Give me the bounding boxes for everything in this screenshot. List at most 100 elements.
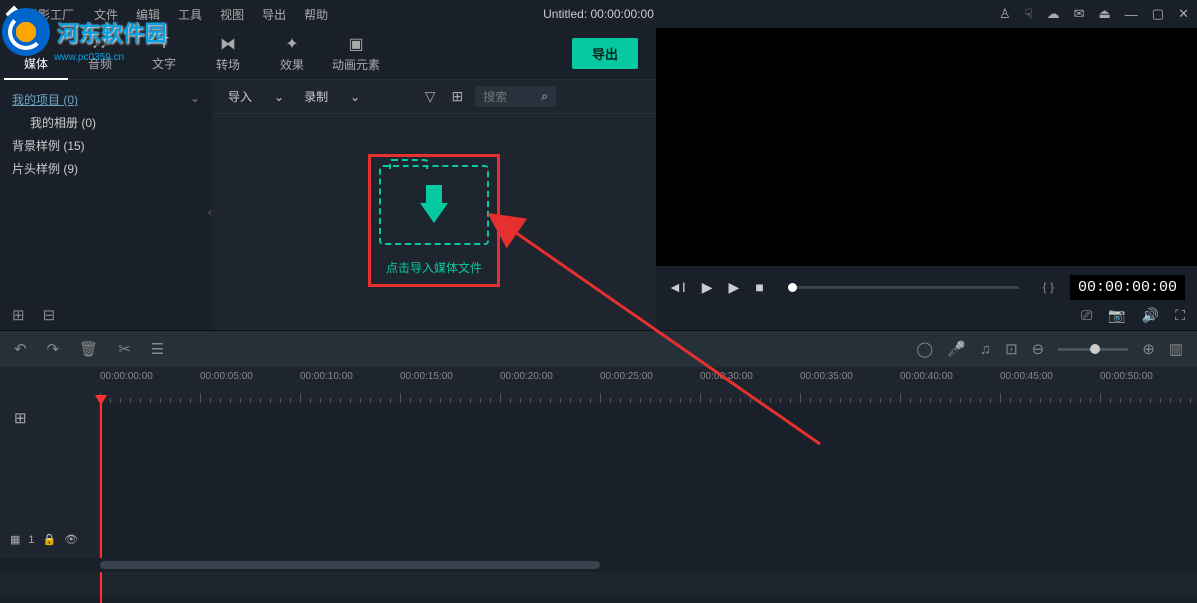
titlebar: 喵影工厂 文件 编辑 工具 视图 导出 帮助 Untitled: 00:00:0… — [0, 0, 1197, 28]
ruler-tick-label: 00:00:35:00 — [800, 371, 853, 382]
menu-view[interactable]: 视图 — [220, 6, 244, 23]
snapshot-icon[interactable]: 📷 — [1108, 307, 1125, 324]
account-icon[interactable]: ♙ — [999, 6, 1011, 22]
music-icon[interactable]: ♫ — [980, 341, 991, 358]
lock-icon[interactable]: 🔒 — [43, 533, 57, 546]
timeline-tracks[interactable]: ⊞ ▦ 1 🔒 👁 — [0, 403, 1197, 558]
zoom-fit-button[interactable]: ▥ — [1169, 340, 1183, 358]
preview-timecode: 00:00:00:00 — [1070, 275, 1185, 300]
sidebar-my-album[interactable]: 我的相册 (0) — [12, 111, 200, 134]
sidebar-bg-sample[interactable]: 背景样例 (15) — [12, 134, 200, 157]
app-name: 喵影工厂 — [26, 6, 74, 23]
search-icon[interactable]: ⌕ — [541, 89, 548, 104]
preview-controls: ◄Ι ▶ ▶ ■ { } 00:00:00:00 ⎚ 📷 🔊 ⛶ — [656, 266, 1197, 330]
menu-file[interactable]: 文件 — [94, 6, 118, 23]
import-dropdown[interactable]: 导入⌄ — [222, 88, 290, 105]
tabs-row: ▦ 媒体 ♪♪音频 T文字 ⧓转场 ✦ 效果 ▣ 动画元素 导出 — [0, 28, 656, 80]
volume-icon[interactable]: 🔊 — [1142, 307, 1159, 324]
new-folder-icon[interactable]: ⊞ — [12, 306, 25, 324]
timeline-scrollbar[interactable] — [0, 558, 1197, 572]
tab-element-label: 动画元素 — [332, 58, 380, 72]
stop-button[interactable]: ■ — [755, 279, 763, 295]
preview-progress[interactable] — [788, 286, 1019, 289]
search-input[interactable] — [483, 90, 533, 104]
app-logo-icon — [6, 6, 23, 23]
ruler-tick-label: 00:00:50:00 — [1100, 371, 1153, 382]
timeline-toolbar: ↶ ↷ 🗑 ✂ ☰ ◯ 🎤 ♫ ⊡ ⊖ ⊕ ▥ — [0, 331, 1197, 367]
transition-icon: ⧓ — [196, 34, 260, 54]
timeline-section: ↶ ↷ 🗑 ✂ ☰ ◯ 🎤 ♫ ⊡ ⊖ ⊕ ▥ 00:00:00:0000:00… — [0, 330, 1197, 597]
delete-folder-icon[interactable]: ⊟ — [43, 306, 56, 324]
sidebar-my-project[interactable]: 我的项目 (0)⌄ — [12, 88, 200, 111]
filter-icon[interactable]: ▽ — [421, 88, 440, 105]
tab-media-label: 媒体 — [24, 57, 48, 71]
preview-controls-row2: ⎚ 📷 🔊 ⛶ — [668, 302, 1185, 328]
close-icon[interactable]: ✕ — [1178, 6, 1189, 22]
chevron-down-icon: ⌄ — [274, 90, 284, 104]
media-area: 导入⌄ 录制⌄ ▽ ⊞ ⌕ 点击导入媒体文件 — [212, 80, 656, 330]
media-icon: ▦ — [4, 33, 68, 53]
sidebar-title-sample[interactable]: 片头样例 (9) — [12, 157, 200, 180]
menu-help[interactable]: 帮助 — [304, 6, 328, 23]
maximize-icon[interactable]: ▢ — [1152, 6, 1164, 22]
zoom-in-button[interactable]: ⊕ — [1142, 340, 1155, 358]
play-button[interactable]: ▶ — [702, 279, 713, 296]
track-controls: ⊞ ▦ 1 🔒 👁 — [0, 403, 100, 558]
progress-handle[interactable] — [788, 283, 797, 292]
menu-edit[interactable]: 编辑 — [136, 6, 160, 23]
tab-media[interactable]: ▦ 媒体 — [4, 27, 68, 80]
menu-export[interactable]: 导出 — [262, 6, 286, 23]
marker-icon[interactable]: ◯ — [916, 340, 933, 358]
tab-transition[interactable]: ⧓转场 — [196, 28, 260, 79]
sidebar-my-project-label: 我的项目 (0) — [12, 93, 78, 107]
fullscreen-icon[interactable]: ⛶ — [1175, 307, 1185, 324]
minimize-icon[interactable]: — — [1125, 7, 1138, 22]
left-panel: ▦媒体 ♪♪音频 T文字 ⧓转场 ✦效果 ▣动画元素 导出 我的项目 (0)⌄ … — [0, 28, 656, 330]
effect-icon: ✦ — [260, 34, 324, 54]
video-track-icon: ▦ — [10, 533, 20, 546]
cloud-icon[interactable]: ☁ — [1047, 6, 1060, 22]
cut-button[interactable]: ✂ — [118, 340, 131, 358]
search-box[interactable]: ⌕ — [475, 86, 556, 107]
quality-icon[interactable]: ⎚ — [1081, 307, 1092, 324]
redo-button[interactable]: ↷ — [47, 340, 60, 358]
undo-button[interactable]: ↶ — [14, 340, 27, 358]
delete-button[interactable]: 🗑 — [79, 340, 98, 358]
element-icon: ▣ — [324, 34, 388, 54]
tab-effect-label: 效果 — [280, 58, 304, 72]
timeline-ruler[interactable]: 00:00:00:0000:00:05:0000:00:10:0000:00:1… — [0, 367, 1197, 403]
visibility-icon[interactable]: 👁 — [64, 533, 78, 546]
playhead[interactable] — [100, 403, 102, 603]
mark-braces[interactable]: { } — [1043, 280, 1054, 294]
preview-video[interactable] — [656, 28, 1197, 266]
download-arrow-icon — [420, 203, 448, 223]
ruler-tick-label: 00:00:20:00 — [500, 371, 553, 382]
menu-tools[interactable]: 工具 — [178, 6, 202, 23]
zoom-out-button[interactable]: ⊖ — [1032, 340, 1045, 358]
add-track-button[interactable]: ⊞ — [14, 409, 27, 427]
adjust-button[interactable]: ☰ — [151, 340, 164, 358]
zoom-handle[interactable] — [1090, 344, 1100, 354]
render-icon[interactable]: ⊡ — [1005, 340, 1018, 358]
record-dropdown[interactable]: 录制⌄ — [298, 88, 366, 105]
cart-icon[interactable]: ☟ — [1025, 6, 1033, 22]
tab-text[interactable]: T文字 — [132, 29, 196, 78]
export-button[interactable]: 导出 — [572, 38, 638, 69]
media-toolbar: 导入⌄ 录制⌄ ▽ ⊞ ⌕ — [212, 80, 656, 114]
ruler-tick-label: 00:00:05:00 — [200, 371, 253, 382]
voiceover-icon[interactable]: 🎤 — [947, 340, 966, 358]
preview-controls-row1: ◄Ι ▶ ▶ ■ { } 00:00:00:00 — [668, 272, 1185, 302]
prev-frame-button[interactable]: ◄Ι — [668, 279, 686, 295]
grid-view-icon[interactable]: ⊞ — [448, 88, 468, 105]
scrollbar-thumb[interactable] — [100, 561, 600, 569]
media-center: 点击导入媒体文件 — [212, 114, 656, 330]
zoom-slider[interactable] — [1058, 348, 1128, 351]
message-icon[interactable]: ✉ — [1074, 6, 1085, 22]
window-title: Untitled: 00:00:00:00 — [543, 7, 654, 21]
mic-icon[interactable]: ⏏ — [1099, 6, 1111, 22]
tab-audio[interactable]: ♪♪音频 — [68, 29, 132, 78]
next-frame-button[interactable]: ▶ — [729, 279, 740, 296]
tab-effect[interactable]: ✦ 效果 — [260, 28, 324, 79]
tab-element[interactable]: ▣ 动画元素 — [324, 28, 388, 79]
import-media-box[interactable]: 点击导入媒体文件 — [368, 154, 500, 287]
